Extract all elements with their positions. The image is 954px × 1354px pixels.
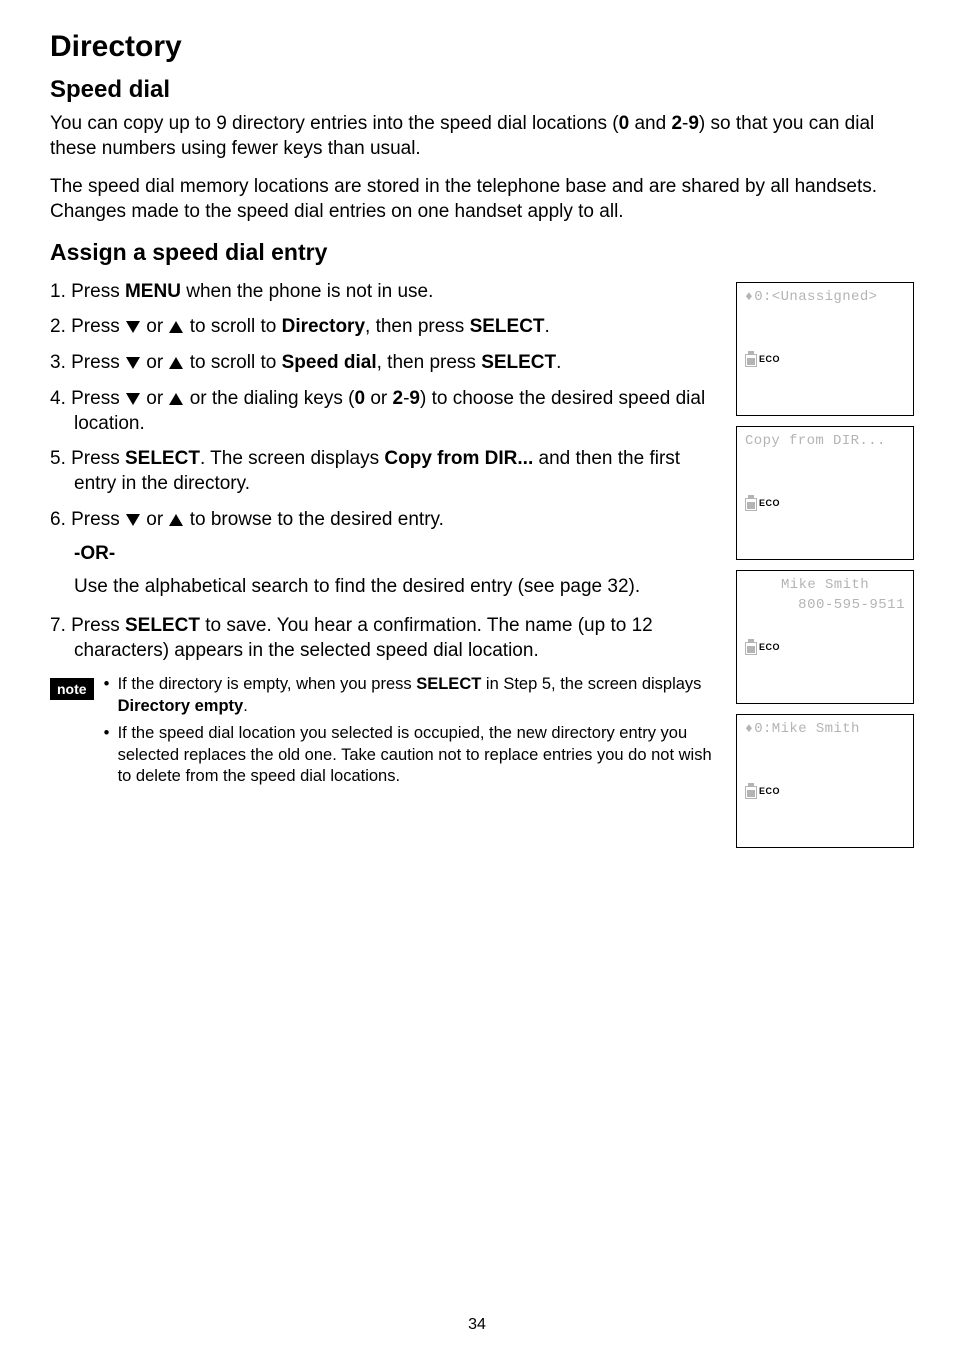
battery-icon [745, 639, 757, 655]
section-title: Speed dial [50, 76, 914, 104]
step-3: 3. Press or to scroll to Speed dial, the… [50, 351, 716, 376]
step-6-alt: Use the alphabetical search to find the … [74, 575, 716, 600]
eco-label: ECO [759, 786, 780, 796]
scroll-diamond-icon: ♦ [745, 722, 753, 735]
battery-icon [745, 495, 757, 511]
subsection-title: Assign a speed dial entry [50, 239, 914, 266]
up-arrow-icon [169, 321, 183, 333]
eco-label: ECO [759, 642, 780, 652]
or-separator: -OR- [74, 543, 716, 565]
page-number: 34 [0, 1316, 954, 1334]
intro-paragraph-2: The speed dial memory locations are stor… [50, 175, 914, 224]
eco-label: ECO [759, 498, 780, 508]
up-arrow-icon [169, 393, 183, 405]
up-arrow-icon [169, 514, 183, 526]
instructions-column: 1. Press MENU when the phone is not in u… [50, 280, 736, 794]
screen-unassigned: ♦0:<Unassigned> ECO [736, 282, 914, 416]
note-item-2: If the speed dial location you selected … [104, 723, 716, 787]
battery-icon [745, 351, 757, 367]
down-arrow-icon [126, 321, 140, 333]
battery-icon [745, 783, 757, 799]
step-2: 2. Press or to scroll to Directory, then… [50, 315, 716, 340]
down-arrow-icon [126, 514, 140, 526]
up-arrow-icon [169, 357, 183, 369]
step-6: 6. Press or to browse to the desired ent… [50, 508, 716, 533]
step-5: 5. Press SELECT. The screen displays Cop… [50, 447, 716, 496]
eco-label: ECO [759, 354, 780, 364]
screens-column: ♦0:<Unassigned> ECO Copy from DIR... ECO… [736, 280, 914, 858]
intro-paragraph-1: You can copy up to 9 directory entries i… [50, 112, 914, 161]
step-1: 1. Press MENU when the phone is not in u… [50, 280, 716, 305]
page-title: Directory [50, 30, 914, 64]
screen-assigned: ♦0:Mike Smith ECO [736, 714, 914, 848]
step-4: 4. Press or or the dialing keys (0 or 2-… [50, 387, 716, 436]
screen-copy-from-dir: Copy from DIR... ECO [736, 426, 914, 560]
scroll-diamond-icon: ♦ [745, 290, 753, 303]
step-7: 7. Press SELECT to save. You hear a conf… [50, 614, 716, 663]
note-badge: note [50, 678, 94, 700]
note-block: note If the directory is empty, when you… [50, 674, 716, 793]
down-arrow-icon [126, 357, 140, 369]
down-arrow-icon [126, 393, 140, 405]
note-item-1: If the directory is empty, when you pres… [104, 674, 716, 717]
screen-contact-entry: Mike Smith 800-595-9511 ECO [736, 570, 914, 704]
